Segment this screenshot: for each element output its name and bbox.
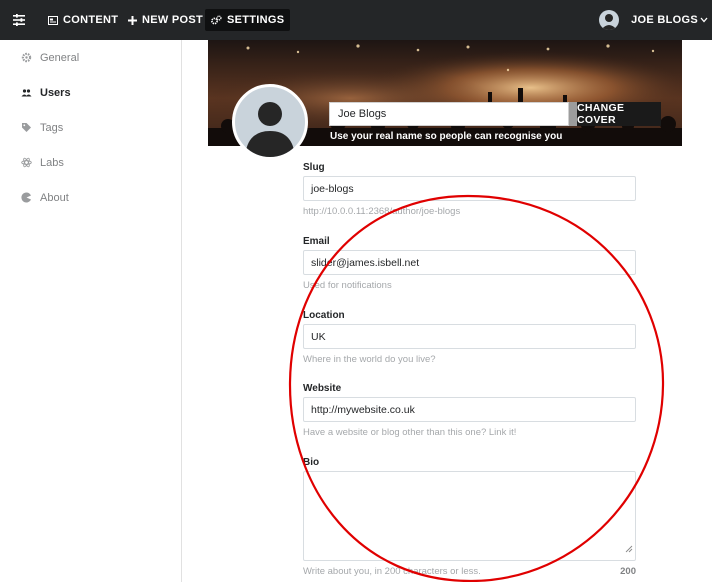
- slug-value: joe-blogs: [311, 182, 354, 195]
- website-label: Website: [303, 383, 342, 394]
- sidebar-item-about[interactable]: About: [0, 180, 181, 215]
- gear-icon: [20, 52, 32, 64]
- sidebar-item-label: Tags: [40, 121, 64, 134]
- sidebar-item-labs[interactable]: Labs: [0, 145, 181, 180]
- tag-icon: [20, 122, 32, 134]
- slug-input[interactable]: joe-blogs: [303, 176, 636, 201]
- sidebar-item-label: General: [40, 51, 80, 64]
- name-input-value: Joe Blogs: [338, 108, 387, 120]
- location-label: Location: [303, 310, 345, 321]
- pie-icon: [20, 192, 32, 204]
- atom-icon: [20, 157, 32, 169]
- email-help: Used for notifications: [303, 280, 392, 291]
- plus-icon: [128, 15, 137, 25]
- content-icon: [48, 15, 58, 25]
- user-name: JOE BLOGS: [631, 14, 698, 26]
- name-input-edge: [569, 102, 577, 126]
- nav-new-post-label: NEW POST: [142, 14, 204, 26]
- name-input[interactable]: Joe Blogs: [329, 102, 569, 126]
- sidebar-item-users[interactable]: Users: [0, 75, 181, 110]
- change-cover-button[interactable]: CHANGE COVER: [577, 102, 661, 126]
- nav-settings-label: SETTINGS: [227, 14, 285, 26]
- gears-icon: [211, 15, 222, 25]
- bio-char-count: 200: [620, 566, 636, 577]
- location-input[interactable]: UK: [303, 324, 636, 349]
- sidebar-item-tags[interactable]: Tags: [0, 110, 181, 145]
- location-value: UK: [311, 330, 326, 343]
- sidebar-item-general[interactable]: General: [0, 40, 181, 75]
- user-menu[interactable]: JOE BLOGS: [599, 8, 708, 32]
- users-icon: [20, 87, 32, 99]
- nav-settings[interactable]: SETTINGS: [205, 9, 291, 31]
- change-cover-label: CHANGE COVER: [577, 102, 625, 126]
- menu-toggle-icon[interactable]: [12, 13, 26, 27]
- resize-handle-icon[interactable]: [625, 540, 633, 558]
- website-input[interactable]: http://mywebsite.co.uk: [303, 397, 636, 422]
- email-value: slider@james.isbell.net: [311, 256, 420, 269]
- email-label: Email: [303, 236, 330, 247]
- sidebar-item-label: Labs: [40, 156, 64, 169]
- user-avatar: [599, 10, 620, 30]
- chevron-down-icon: [700, 14, 708, 26]
- bio-help: Write about you, in 200 characters or le…: [303, 566, 481, 577]
- top-bar: CONTENT NEW POST SETTINGS JOE BLOGS: [0, 0, 712, 40]
- nav-new-post[interactable]: NEW POST: [122, 9, 209, 31]
- nav-content[interactable]: CONTENT: [42, 9, 124, 31]
- name-help-text: Use your real name so people can recogni…: [330, 131, 563, 142]
- email-input[interactable]: slider@james.isbell.net: [303, 250, 636, 275]
- location-help: Where in the world do you live?: [303, 354, 436, 365]
- bio-label: Bio: [303, 457, 320, 468]
- sidebar-item-label: About: [40, 191, 69, 204]
- website-value: http://mywebsite.co.uk: [311, 403, 415, 416]
- bio-textarea[interactable]: [303, 471, 636, 561]
- sidebar-item-label: Users: [40, 86, 71, 99]
- website-help: Have a website or blog other than this o…: [303, 427, 517, 438]
- nav-content-label: CONTENT: [63, 14, 119, 26]
- profile-avatar[interactable]: [232, 84, 308, 160]
- slug-help: http://10.0.0.11:2368/author/joe-blogs: [303, 206, 461, 217]
- slug-label: Slug: [303, 162, 325, 173]
- settings-sidebar: General Users Tags Labs About: [0, 40, 182, 582]
